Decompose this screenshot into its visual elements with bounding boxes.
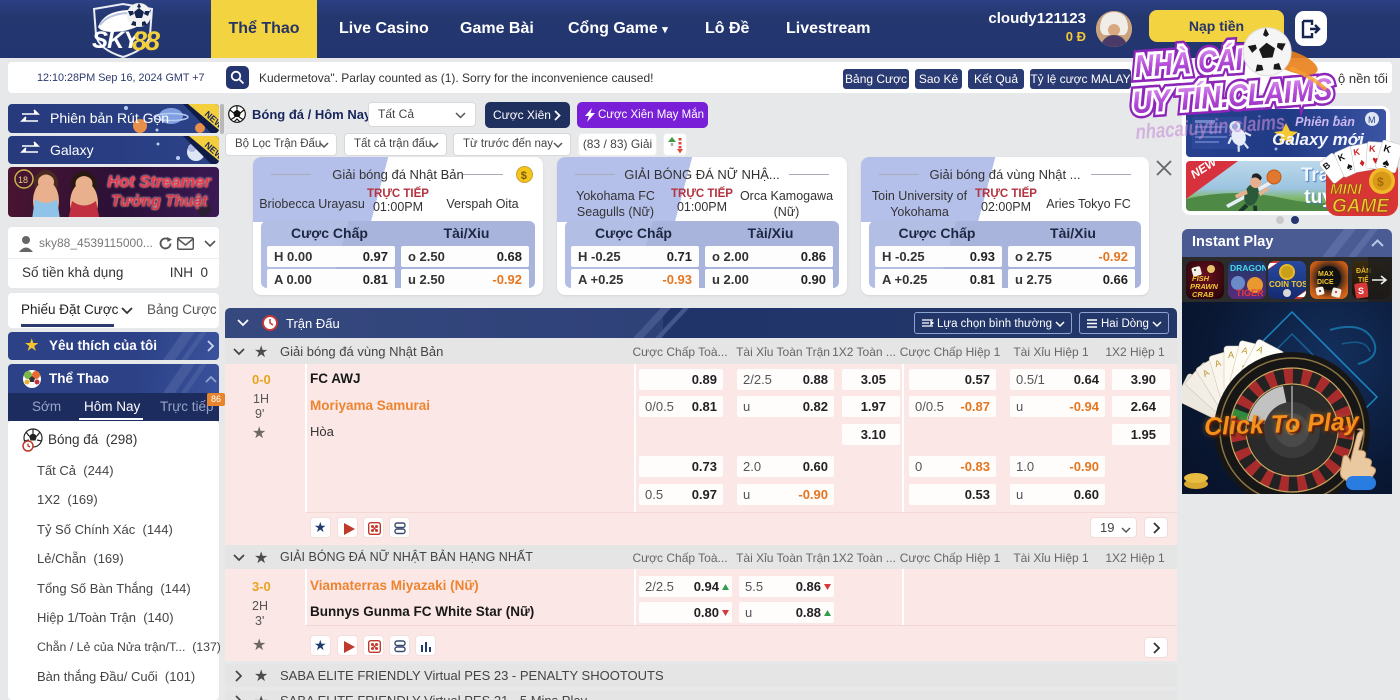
svg-text:CRAB: CRAB (1192, 290, 1214, 299)
svg-text:GAME: GAME (1332, 196, 1390, 216)
svg-text:DICE: DICE (1317, 279, 1334, 286)
svg-text:88: 88 (132, 26, 160, 56)
svg-text:TIGER: TIGER (1236, 288, 1264, 298)
svg-text:MAX: MAX (1318, 271, 1334, 278)
svg-text:COIN TOSS: COIN TOSS (1269, 280, 1306, 289)
svg-text:S: S (1358, 286, 1364, 296)
svg-text:A: A (1228, 350, 1234, 360)
svg-text:18: 18 (18, 175, 28, 185)
svg-text:DRAGON: DRAGON (1230, 263, 1266, 273)
svg-text:$: $ (1377, 175, 1384, 189)
svg-text:$: $ (521, 170, 527, 182)
